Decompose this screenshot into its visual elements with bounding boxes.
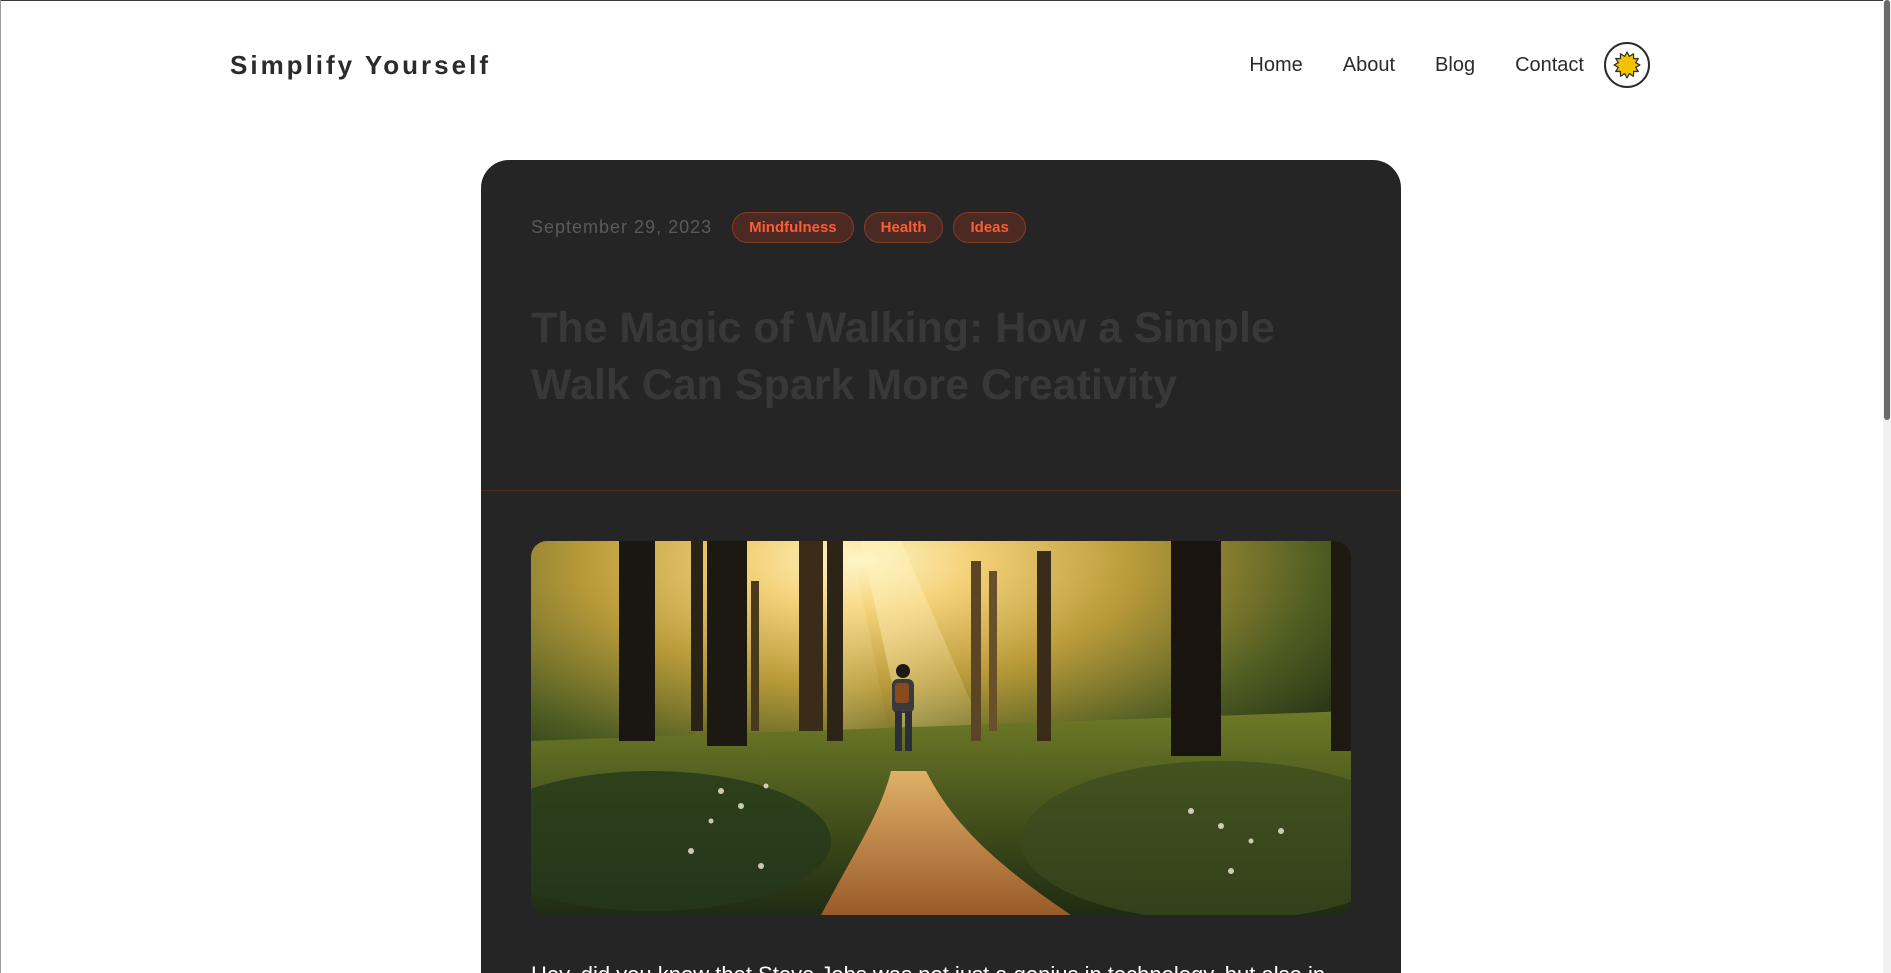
post-date: September 29, 2023 bbox=[531, 217, 713, 237]
nav-home-link[interactable]: Home bbox=[1249, 54, 1302, 77]
nav-about-link[interactable]: About bbox=[1343, 54, 1395, 77]
post-title: The Magic of Walking: How a Simple Walk … bbox=[531, 304, 1275, 409]
post-meta: September 29, 2023 Mindfulness Health Id… bbox=[531, 212, 1036, 243]
sun-icon bbox=[1613, 51, 1641, 79]
site-header: Simplify Yourself Home About Blog Contac… bbox=[230, 40, 1650, 90]
tag-mindfulness[interactable]: Mindfulness bbox=[732, 212, 854, 243]
tag-health[interactable]: Health bbox=[863, 212, 944, 243]
scrollbar-thumb[interactable] bbox=[1884, 0, 1890, 420]
forest-path-walker-image bbox=[531, 541, 1351, 915]
tag-ideas[interactable]: Ideas bbox=[953, 212, 1026, 243]
post-excerpt: Hey, did you know that Steve Jobs was no… bbox=[531, 959, 1351, 973]
window-left-border bbox=[0, 0, 1, 973]
nav-blog-link[interactable]: Blog bbox=[1435, 54, 1475, 77]
nav-contact-link[interactable]: Contact bbox=[1515, 54, 1584, 77]
window-top-border bbox=[0, 0, 1891, 1]
site-logo[interactable]: Simplify Yourself bbox=[230, 50, 491, 81]
post-card: September 29, 2023 Mindfulness Health Id… bbox=[481, 160, 1401, 973]
page-scrollbar[interactable] bbox=[1883, 0, 1891, 973]
hero-image bbox=[531, 541, 1351, 915]
theme-toggle-button[interactable] bbox=[1604, 42, 1650, 88]
post-header-divider bbox=[481, 490, 1401, 491]
main-nav: Home About Blog Contact bbox=[1249, 42, 1650, 88]
